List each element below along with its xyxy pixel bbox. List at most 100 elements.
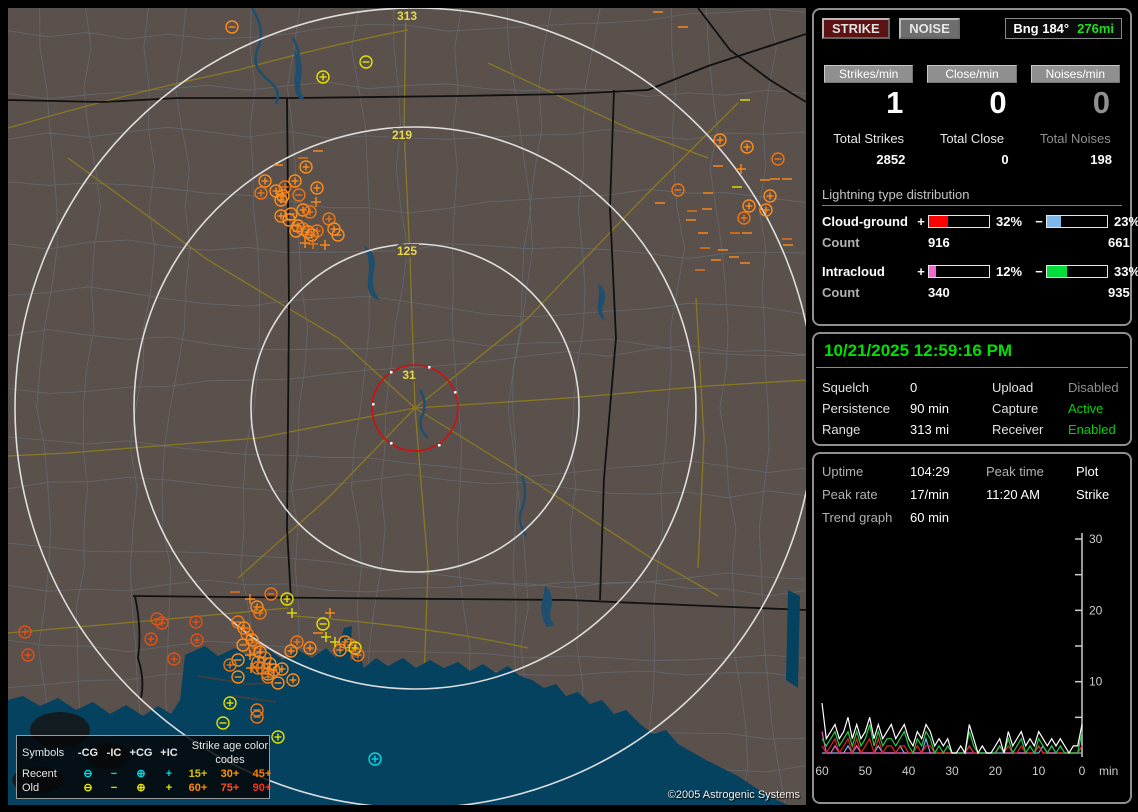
trend-graph-label: Trend graph (822, 510, 893, 525)
peak-rate-label: Peak rate (822, 487, 878, 502)
range-value: 313 mi (910, 422, 950, 437)
plus-sign: + (917, 214, 925, 229)
strikes-per-min-button[interactable]: Strikes/min (824, 65, 914, 83)
age-30: 30+ (220, 768, 240, 780)
svg-text:10: 10 (1032, 764, 1046, 778)
lightning-map[interactable]: 313 219 125 31 Symbols -CG -IC +CG +IC S… (8, 8, 806, 805)
plot-label: Plot (1076, 464, 1099, 479)
svg-text:30: 30 (1089, 532, 1103, 546)
bearing-value: Bng 184° (1013, 21, 1070, 36)
svg-text:40: 40 (902, 764, 916, 778)
uptime-value: 104:29 (910, 464, 950, 479)
ic-pos-pct: 12% (996, 264, 1023, 279)
svg-text:50: 50 (859, 764, 873, 778)
upload-label: Upload (992, 380, 1034, 395)
trend-graph: 10 20 30 60 50 40 30 20 10 0 min (815, 532, 1118, 778)
svg-text:20: 20 (1089, 603, 1103, 617)
ring-label-313: 313 (397, 9, 417, 23)
ring-label-219: 219 (392, 128, 412, 142)
strikes-per-min-value: 1 (886, 85, 904, 120)
total-strikes-label: Total Strikes (833, 131, 905, 146)
recent-nic-icon: − (110, 768, 118, 780)
old-pcg-icon: ⊕ (136, 782, 146, 794)
total-noises-value: 198 (1090, 152, 1112, 167)
legend-row-recent: Recent (22, 768, 57, 780)
svg-text:30: 30 (945, 764, 959, 778)
capture-value: Active (1068, 401, 1104, 416)
svg-text:60: 60 (815, 764, 829, 778)
svg-text:min: min (1099, 764, 1118, 778)
legend-age-header: Strike age color codes (191, 740, 269, 766)
peak-rate-value: 17/min (910, 487, 950, 502)
cg-pos-bar (928, 215, 990, 228)
legend-header-pic: +IC (160, 747, 178, 759)
minus-sign: − (1035, 214, 1043, 229)
distribution-title: Lightning type distribution (822, 187, 1122, 206)
map-legend: Symbols -CG -IC +CG +IC Strike age color… (16, 735, 271, 799)
strike-toggle-button[interactable]: STRIKE (822, 18, 890, 39)
persistence-value: 90 min (910, 401, 950, 416)
age-75: 75+ (220, 782, 240, 794)
receiver-value: Enabled (1068, 422, 1116, 437)
ic-neg-bar (1046, 265, 1108, 278)
peak-time-label: Peak time (986, 464, 1044, 479)
old-nic-icon: − (110, 782, 118, 794)
ring-label-31: 31 (402, 368, 416, 382)
status-panel: 10/21/2025 12:59:16 PM Squelch 0 Upload … (812, 332, 1132, 446)
distance-value: 276mi (1077, 21, 1114, 36)
cg-pos-count: 916 (928, 235, 950, 250)
age-45: 45+ (252, 768, 272, 780)
bearing-readout: Bng 184° 276mi (1005, 18, 1122, 39)
ic-count-label: Count (822, 285, 860, 300)
stats-panel: Uptime 104:29 Peak time Plot Peak rate 1… (812, 452, 1132, 804)
ic-neg-pct: 33% (1114, 264, 1138, 279)
legend-header-symbols: Symbols (22, 747, 65, 759)
ring-label-125: 125 (397, 244, 417, 258)
noises-per-min-button[interactable]: Noises/min (1030, 65, 1120, 83)
cg-neg-pct: 23% (1114, 214, 1138, 229)
total-noises-label: Total Noises (1039, 131, 1111, 146)
noises-per-min-value: 0 (1092, 85, 1110, 120)
counters-panel: STRIKE NOISE Bng 184° 276mi Strikes/min 1… (812, 8, 1138, 326)
lightning-distribution: Lightning type distribution Cloud-ground… (822, 187, 1138, 300)
recent-pcg-icon: ⊕ (136, 768, 146, 780)
plot-value: Strike (1076, 487, 1110, 502)
map-canvas: 313 219 125 31 (8, 8, 806, 805)
age-60: 60+ (188, 782, 208, 794)
noises-column: Noises/min 0 Total Noises 198 (1030, 65, 1120, 167)
close-per-min-button[interactable]: Close/min (927, 65, 1017, 83)
cg-pos-pct: 32% (996, 214, 1023, 229)
app-window: 313 219 125 31 Symbols -CG -IC +CG +IC S… (0, 0, 1138, 812)
copyright-text: ©2005 Astrogenic Systems (667, 789, 800, 801)
legend-header-nic: -IC (106, 747, 122, 759)
range-label: Range (822, 422, 861, 437)
total-strikes-value: 2852 (876, 152, 906, 167)
old-ncg-icon: ⊖ (83, 782, 93, 794)
ic-pos-bar (928, 265, 990, 278)
age-15: 15+ (188, 768, 208, 780)
capture-label: Capture (992, 401, 1039, 416)
total-close-value: 0 (1001, 152, 1009, 167)
legend-row-old: Old (22, 782, 40, 794)
legend-header-pcg: +CG (129, 747, 153, 759)
intracloud-label: Intracloud (822, 264, 885, 279)
total-close-label: Total Close (939, 131, 1005, 146)
ic-neg-count: 935 (1108, 285, 1130, 300)
upload-value: Disabled (1068, 380, 1119, 395)
peak-time-value: 11:20 AM (986, 487, 1040, 502)
plus-sign: + (917, 264, 925, 279)
uptime-label: Uptime (822, 464, 864, 479)
noise-toggle-button[interactable]: NOISE (899, 18, 960, 39)
close-column: Close/min 0 Total Close 0 (927, 65, 1017, 167)
minus-sign: − (1035, 264, 1043, 279)
svg-text:20: 20 (989, 764, 1003, 778)
recent-pic-icon: + (165, 768, 173, 780)
cloud-ground-label: Cloud-ground (822, 214, 908, 229)
legend-header-ncg: -CG (77, 747, 99, 759)
squelch-label: Squelch (822, 380, 869, 395)
cg-neg-count: 661 (1108, 235, 1130, 250)
strikes-column: Strikes/min 1 Total Strikes 2852 (824, 65, 914, 167)
cg-neg-bar (1046, 215, 1108, 228)
close-per-min-value: 0 (989, 85, 1007, 120)
receiver-label: Receiver (992, 422, 1044, 437)
